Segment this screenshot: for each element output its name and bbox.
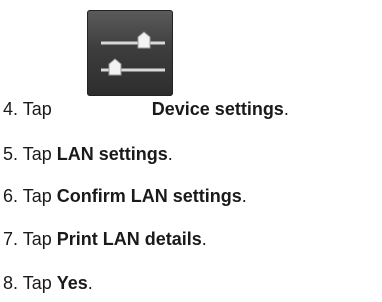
- step-number: 6.: [3, 186, 19, 206]
- step-8: 8. Tap Yes.: [3, 272, 93, 294]
- step-5: 5. Tap LAN settings.: [3, 143, 173, 165]
- step-punctuation: .: [241, 186, 247, 206]
- step-verb: Tap: [22, 229, 52, 249]
- step-punctuation: .: [167, 144, 173, 164]
- step-punctuation: .: [283, 99, 289, 119]
- step-verb: Tap: [22, 99, 52, 119]
- step-number: 7.: [3, 229, 19, 249]
- instruction-steps: 4. Tap Device settings. 5. Tap LAN setti…: [0, 0, 382, 302]
- step-target-yes: Yes: [56, 273, 88, 293]
- step-number: 4.: [3, 99, 19, 119]
- step-target-print-lan-details: Print LAN details: [56, 229, 202, 249]
- step-6: 6. Tap Confirm LAN settings.: [3, 185, 247, 207]
- step-target-confirm-lan-settings: Confirm LAN settings: [56, 186, 242, 206]
- step-verb: Tap: [22, 144, 52, 164]
- step-punctuation: .: [87, 273, 93, 293]
- step-number: 5.: [3, 144, 19, 164]
- step-7: 7. Tap Print LAN details.: [3, 228, 207, 250]
- step-number: 8.: [3, 273, 19, 293]
- settings-sliders-icon: [87, 10, 173, 96]
- step-verb: Tap: [22, 273, 52, 293]
- step-target-lan-settings: LAN settings: [56, 144, 168, 164]
- step-target-device-settings: Device settings: [151, 99, 284, 119]
- step-punctuation: .: [201, 229, 207, 249]
- step-verb: Tap: [22, 186, 52, 206]
- step-4: 4. Tap Device settings.: [3, 98, 289, 120]
